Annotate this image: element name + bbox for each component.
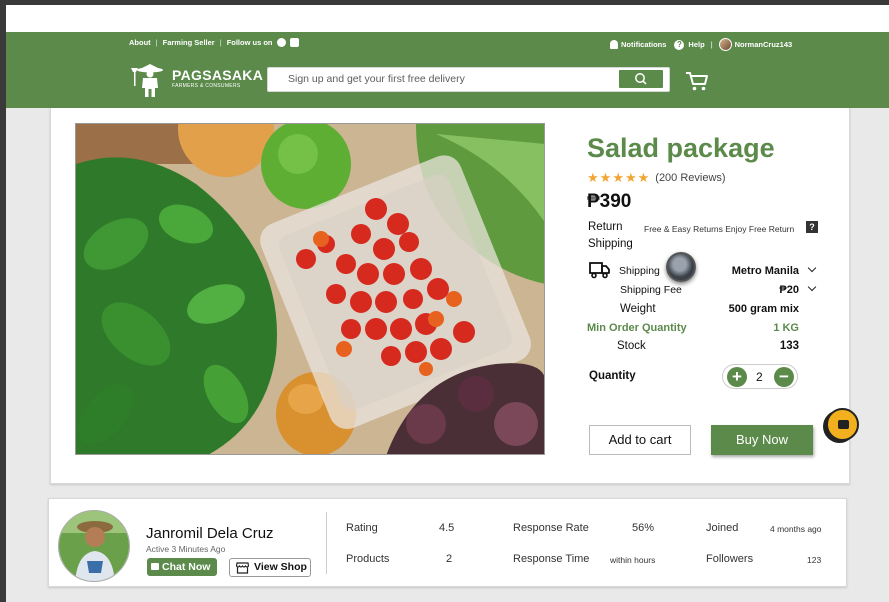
brand-name: PAGSASAKA bbox=[172, 67, 264, 83]
brand-tagline: FARMERS & CONSUMERS bbox=[172, 83, 241, 89]
seller-name[interactable]: Janromil Dela Cruz bbox=[146, 525, 274, 542]
joined-value: 4 months ago bbox=[770, 524, 822, 534]
user-avatar[interactable] bbox=[718, 38, 732, 51]
chat-bubble-button[interactable] bbox=[826, 408, 859, 441]
products-value: 2 bbox=[446, 553, 453, 565]
response-rate-value: 56% bbox=[632, 522, 655, 534]
buy-now-button[interactable]: Buy Now bbox=[711, 425, 813, 455]
followers-value: 123 bbox=[807, 555, 822, 565]
shipping-to-label: Shipping bbox=[619, 265, 660, 277]
plus-button[interactable]: + bbox=[727, 367, 747, 387]
book-icon[interactable]: ? bbox=[806, 221, 818, 233]
quantity-value[interactable]: 2 bbox=[756, 370, 763, 384]
chat-now-button[interactable]: Chat Now bbox=[147, 558, 217, 576]
response-rate-label: Response Rate bbox=[513, 522, 589, 534]
brand-logo[interactable]: PAGSASAKA FARMERS & CONSUMERS bbox=[130, 58, 263, 98]
products-label: Products bbox=[346, 553, 390, 565]
minus-button[interactable]: − bbox=[774, 367, 794, 387]
floating-avatar[interactable] bbox=[666, 252, 696, 282]
message-icon bbox=[151, 563, 159, 570]
seller-active-status: Active 3 Minutes Ago bbox=[146, 544, 226, 554]
min-order-label: Min Order Quantity bbox=[587, 322, 687, 334]
topbar-separator: | bbox=[219, 38, 222, 47]
site-header: About | Farming Seller | Follow us on No… bbox=[6, 32, 889, 108]
topbar-separator: | bbox=[710, 40, 713, 49]
seller-photo-illustration bbox=[59, 511, 129, 581]
shipping-section-label: Shipping bbox=[588, 238, 633, 250]
chat-now-label: Chat Now bbox=[162, 561, 211, 573]
store-icon bbox=[236, 562, 249, 574]
search-icon bbox=[635, 73, 647, 85]
add-to-cart-button[interactable]: Add to cart bbox=[589, 425, 691, 455]
view-shop-button[interactable]: View Shop bbox=[229, 558, 311, 577]
search-input[interactable] bbox=[288, 73, 608, 85]
top-white-strip bbox=[6, 5, 889, 32]
return-note: Free & Easy Returns Enjoy Free Return bbox=[644, 224, 795, 234]
product-title: Salad package bbox=[587, 133, 775, 163]
seller-panel: Janromil Dela Cruz Active 3 Minutes Ago … bbox=[48, 498, 847, 587]
reviews-count[interactable]: (200 Reviews) bbox=[655, 172, 725, 184]
stock-value: 133 bbox=[779, 340, 799, 352]
weight-label: Weight bbox=[620, 303, 656, 315]
cart-icon[interactable] bbox=[685, 70, 709, 92]
topbar-right: Notifications ? Help | NormanCruz143 bbox=[610, 38, 792, 51]
star-icon: ★ bbox=[624, 170, 637, 185]
help-link[interactable]: Help bbox=[688, 40, 704, 49]
star-icon: ★ bbox=[637, 170, 650, 185]
topbar-left: About | Farming Seller | Follow us on bbox=[129, 38, 299, 47]
view-shop-label: View Shop bbox=[254, 561, 307, 573]
star-icon: ★ bbox=[587, 170, 599, 185]
quantity-label: Quantity bbox=[589, 370, 636, 382]
farmer-logo-icon bbox=[131, 64, 163, 97]
seller-divider bbox=[326, 512, 327, 574]
quantity-stepper: + 2 − bbox=[722, 364, 798, 389]
product-image[interactable] bbox=[75, 123, 545, 455]
chat-icon bbox=[838, 420, 849, 429]
follow-us-label: Follow us on bbox=[226, 38, 273, 47]
shipping-fee-value[interactable]: ₱20 bbox=[740, 284, 799, 296]
shipping-fee-label: Shipping Fee bbox=[620, 284, 682, 296]
search-bar bbox=[267, 67, 670, 92]
topbar-separator: | bbox=[155, 38, 158, 47]
truck-icon bbox=[589, 262, 610, 279]
product-price: ₱390 bbox=[587, 191, 632, 212]
bell-icon[interactable] bbox=[610, 40, 618, 49]
about-link[interactable]: About bbox=[129, 38, 151, 47]
weight-value: 500 gram mix bbox=[728, 303, 799, 315]
min-order-value: 1 KG bbox=[773, 322, 799, 334]
instagram-icon[interactable] bbox=[289, 38, 299, 47]
farming-seller-link[interactable]: Farming Seller bbox=[163, 38, 215, 47]
facebook-icon[interactable] bbox=[276, 38, 286, 47]
help-icon[interactable]: ? bbox=[674, 39, 685, 50]
response-time-label: Response Time bbox=[513, 553, 590, 565]
joined-label: Joined bbox=[706, 522, 739, 534]
salad-photo-illustration bbox=[76, 124, 544, 454]
stock-label: Stock bbox=[617, 340, 646, 352]
rating-label: Rating bbox=[346, 522, 378, 534]
rating-value: 4.5 bbox=[439, 522, 455, 534]
return-label: Return bbox=[588, 221, 623, 233]
star-icon: ★ bbox=[599, 170, 612, 185]
followers-label: Followers bbox=[706, 553, 754, 565]
notifications-link[interactable]: Notifications bbox=[621, 40, 666, 49]
product-rating[interactable]: ★ ★ ★ ★ ★ (200 Reviews) bbox=[587, 171, 726, 184]
seller-avatar[interactable] bbox=[58, 510, 130, 582]
shipping-to-value[interactable]: Metro Manila bbox=[700, 265, 799, 277]
response-time-value: within hours bbox=[610, 555, 656, 565]
username-link[interactable]: NormanCruz143 bbox=[735, 40, 793, 49]
search-button[interactable] bbox=[619, 70, 663, 88]
star-icon: ★ bbox=[612, 170, 624, 185]
